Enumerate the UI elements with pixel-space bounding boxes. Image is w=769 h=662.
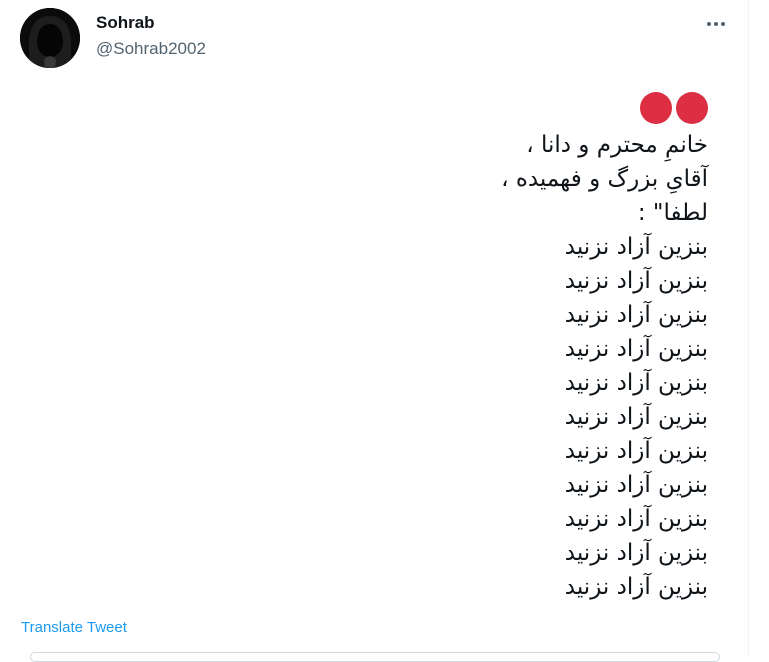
tweet-text-line: لطفا" : [637,200,708,226]
more-horizontal-icon [721,22,725,26]
tweet-text-line: خانمِ محترم و دانا ، [526,132,708,158]
avatar[interactable] [20,8,80,68]
tweet-card: Sohrab @Sohrab2002 خانمِ محترم و دانا ، … [0,0,749,662]
tweet-text-line: بنزین آزاد نزنید [564,404,708,430]
more-horizontal-icon [714,22,718,26]
tweet-text-line: بنزین آزاد نزنید [564,302,708,328]
user-name[interactable]: Sohrab [96,13,155,33]
tweet-text-line: بنزین آزاد نزنید [564,574,708,600]
red-circle-icon [640,92,672,124]
translate-tweet-link[interactable]: Translate Tweet [21,619,127,636]
red-circle-icon [676,92,708,124]
tweet-text-line: بنزین آزاد نزنید [564,472,708,498]
user-handle[interactable]: @Sohrab2002 [96,39,206,59]
tweet-text-line: بنزین آزاد نزنید [564,438,708,464]
tweet-text-line: آقایِ بزرگ و فهمیده ، [501,166,708,192]
emoji-row [8,88,708,128]
tweet-text-line: بنزین آزاد نزنید [564,540,708,566]
tweet-text: خانمِ محترم و دانا ، آقایِ بزرگ و فهمیده… [8,88,708,604]
tweet-text-line: بنزین آزاد نزنید [564,506,708,532]
hooded-figure-icon [20,8,80,68]
tweet-text-line: بنزین آزاد نزنید [564,268,708,294]
quoted-content-frame [30,652,720,662]
tweet-text-line: بنزین آزاد نزنید [564,234,708,260]
tweet-text-line: بنزین آزاد نزنید [564,336,708,362]
more-options-button[interactable] [700,10,732,38]
more-horizontal-icon [707,22,711,26]
tweet-text-line: بنزین آزاد نزنید [564,370,708,396]
